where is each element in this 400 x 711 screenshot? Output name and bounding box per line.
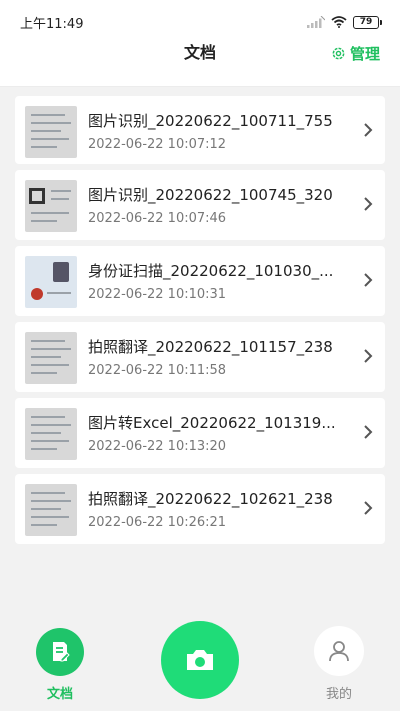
tab-mine[interactable]: 我的 <box>314 626 364 702</box>
document-name: 拍照翻译_20220622_101157_238 <box>88 338 333 356</box>
user-icon <box>329 641 349 662</box>
document-tab-icon-bg <box>36 628 84 676</box>
document-date: 2022-06-22 10:10:31 <box>88 287 227 302</box>
signal-icon <box>307 16 325 28</box>
manage-button[interactable]: 管理 <box>331 44 380 63</box>
chevron-right-icon <box>364 501 373 515</box>
document-thumbnail <box>25 484 77 536</box>
gear-icon <box>332 47 345 59</box>
document-name: 身份证扫描_20220622_101030_... <box>88 262 334 280</box>
document-item[interactable]: 身份证扫描_20220622_101030_... 2022-06-22 10:… <box>15 246 385 316</box>
wifi-icon <box>331 16 347 28</box>
tab-documents-label: 文档 <box>46 687 73 702</box>
document-item[interactable]: 图片转Excel_20220622_101319... 2022-06-22 1… <box>15 398 385 468</box>
bottom-tab-bar: 文档 我的 <box>0 616 400 711</box>
document-list: 图片识别_20220622_100711_755 2022-06-22 10:0… <box>15 96 385 550</box>
tab-documents[interactable]: 文档 <box>36 628 84 702</box>
document-edit-icon <box>53 642 70 662</box>
chevron-right-icon <box>364 349 373 363</box>
tab-mine-label: 我的 <box>325 687 352 702</box>
header: 文档 管理 <box>0 44 400 86</box>
chevron-right-icon <box>364 123 373 137</box>
document-date: 2022-06-22 10:26:21 <box>88 515 227 530</box>
manage-label: 管理 <box>349 44 380 63</box>
document-thumbnail <box>25 408 77 460</box>
document-item[interactable]: 图片识别_20220622_100711_755 2022-06-22 10:0… <box>15 96 385 164</box>
camera-button[interactable] <box>161 621 239 699</box>
document-item[interactable]: 拍照翻译_20220622_102621_238 2022-06-22 10:2… <box>15 474 385 544</box>
camera-icon <box>187 650 213 670</box>
document-date: 2022-06-22 10:07:12 <box>88 137 227 152</box>
document-thumbnail <box>25 106 77 158</box>
mine-tab-icon-bg <box>314 626 364 676</box>
document-date: 2022-06-22 10:13:20 <box>88 439 227 454</box>
header-divider <box>0 86 400 87</box>
chevron-right-icon <box>364 273 373 287</box>
document-name: 图片转Excel_20220622_101319... <box>88 414 336 432</box>
document-item[interactable]: 拍照翻译_20220622_101157_238 2022-06-22 10:1… <box>15 322 385 392</box>
status-bar: 上午11:49 79 <box>0 0 400 44</box>
document-date: 2022-06-22 10:11:58 <box>88 363 227 378</box>
document-thumbnail <box>25 180 77 232</box>
status-icons: 79 <box>307 15 382 29</box>
document-thumbnail <box>25 256 77 308</box>
document-name: 图片识别_20220622_100711_755 <box>88 112 333 130</box>
document-name: 拍照翻译_20220622_102621_238 <box>88 490 333 508</box>
document-date: 2022-06-22 10:07:46 <box>88 211 227 226</box>
document-thumbnail <box>25 332 77 384</box>
status-time: 上午11:49 <box>20 16 84 32</box>
chevron-right-icon <box>364 425 373 439</box>
document-name: 图片识别_20220622_100745_320 <box>88 186 333 204</box>
battery-level: 79 <box>353 15 379 29</box>
document-item[interactable]: 图片识别_20220622_100745_320 2022-06-22 10:0… <box>15 170 385 240</box>
battery-icon: 79 <box>353 15 382 29</box>
chevron-right-icon <box>364 197 373 211</box>
